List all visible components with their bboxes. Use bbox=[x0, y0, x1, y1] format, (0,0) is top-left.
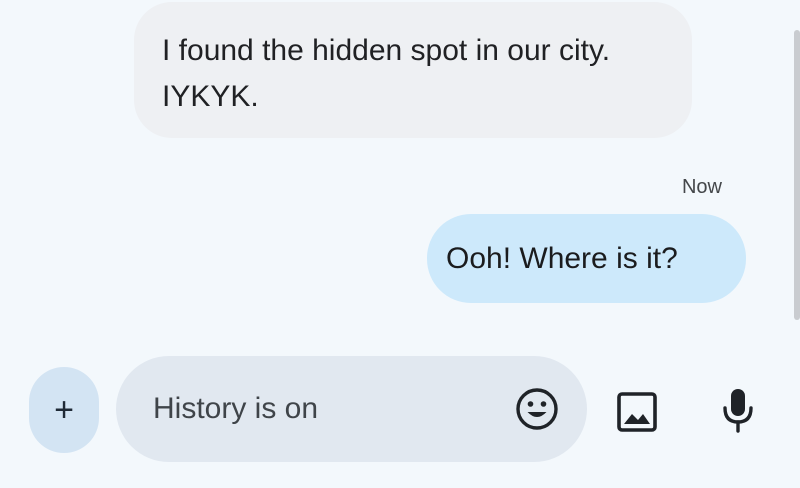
emoji-button[interactable] bbox=[515, 387, 559, 431]
emoji-icon bbox=[516, 388, 558, 430]
outgoing-message-bubble[interactable]: Ooh! Where is it? bbox=[427, 214, 746, 303]
scrollbar[interactable] bbox=[794, 30, 800, 320]
image-icon bbox=[617, 392, 657, 432]
message-timestamp: Now bbox=[681, 176, 722, 198]
message-compose-field[interactable]: History is on bbox=[116, 356, 587, 462]
add-attachment-button[interactable]: + bbox=[29, 367, 99, 453]
microphone-button[interactable] bbox=[716, 385, 760, 435]
incoming-message-text: I found the hidden spot in our city. IYK… bbox=[162, 34, 611, 113]
microphone-icon bbox=[723, 389, 753, 433]
gallery-button[interactable] bbox=[612, 387, 662, 437]
compose-placeholder: History is on bbox=[153, 392, 319, 425]
outgoing-message-text: Ooh! Where is it? bbox=[446, 242, 678, 275]
plus-icon: + bbox=[54, 390, 74, 429]
incoming-message-bubble[interactable]: I found the hidden spot in our city. IYK… bbox=[134, 2, 692, 138]
chat-screen: I found the hidden spot in our city. IYK… bbox=[0, 0, 800, 488]
